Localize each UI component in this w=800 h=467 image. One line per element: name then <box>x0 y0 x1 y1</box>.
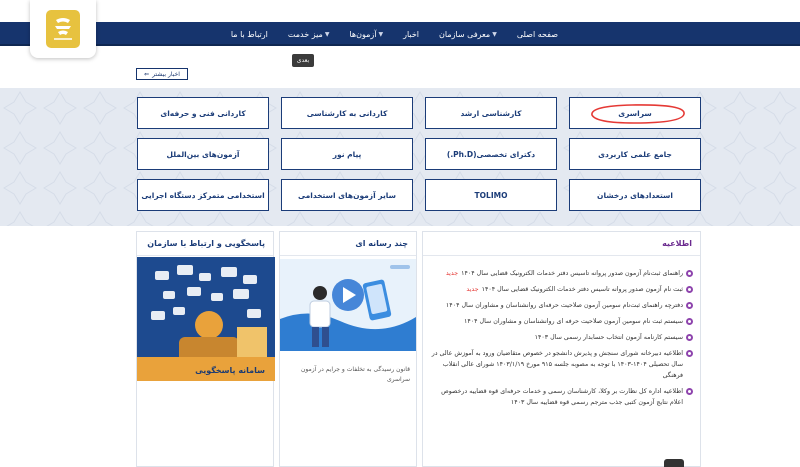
bullet-icon <box>686 318 693 325</box>
exam-label: دکترای تخصصی(Ph.D.) <box>446 149 536 159</box>
support-illustration: سامانه پاسخگویی <box>137 257 275 381</box>
exam-grid: سراسری کارشناسی ارشد کاردانی به کارشناسی… <box>136 97 701 211</box>
slider-next-label: بعدی <box>296 57 310 64</box>
list-item[interactable]: راهنمای ثبت‌نام آزمون صدور پروانه تاسیس … <box>431 268 693 279</box>
notices-title: اطلاعیه <box>662 239 692 248</box>
exam-button-sarasari[interactable]: سراسری <box>569 97 701 129</box>
scroll-to-top-button[interactable] <box>664 459 684 467</box>
bullet-icon <box>686 302 693 309</box>
panel-title: چند رسانه ای <box>280 232 416 256</box>
panel-title: پاسخگویی و ارتباط با سازمان <box>137 232 273 256</box>
notice-text: ثبت نام آزمون صدور پروانه تاسیس دفتر خدم… <box>481 286 683 293</box>
nav-contact[interactable]: ارتباط با ما <box>221 22 278 46</box>
new-badge: جدید <box>466 286 479 293</box>
exam-label: آزمون‌های بین‌الملل <box>166 149 240 159</box>
notice-list: راهنمای ثبت‌نام آزمون صدور پروانه تاسیس … <box>431 268 693 413</box>
chevron-down-icon: ▼ <box>378 30 384 38</box>
list-item[interactable]: اطلاعیه دبیرخانه شورای سنجش و پذیرش دانش… <box>431 348 693 381</box>
support-banner[interactable]: سامانه پاسخگویی <box>137 257 275 381</box>
chevron-down-icon: ▼ <box>492 30 497 38</box>
media-title: چند رسانه ای <box>355 239 408 248</box>
notice-text: اطلاعیه اداره کل نظارت بر وکلا، کارشناسا… <box>441 388 683 406</box>
support-panel: پاسخگویی و ارتباط با سازمان سامانه پاسخگ… <box>136 231 275 467</box>
nav-about[interactable]: معرفی سازمان ▼ <box>429 22 507 46</box>
bullet-icon <box>686 388 693 395</box>
bullet-icon <box>686 334 693 341</box>
exam-label: استخدامی متمرکز دستگاه اجرایی <box>141 190 265 200</box>
media-panel: چند رسانه ای قانون رسیدگی به تخلفات و جر… <box>279 231 417 467</box>
site-logo[interactable] <box>30 0 96 58</box>
exam-button-talents[interactable]: استعدادهای درخشان <box>569 179 701 211</box>
exam-button-central-employment[interactable]: استخدامی متمرکز دستگاه اجرایی <box>137 179 269 211</box>
exam-label: سایر آزمون‌های استخدامی <box>298 190 396 200</box>
main-nav: صفحه اصلی معرفی سازمان ▼ اخبار آزمون‌ها ▼ … <box>0 22 800 46</box>
nav-label: آزمون‌ها <box>349 29 377 39</box>
exam-label: کاردانی به کارشناسی <box>306 108 388 118</box>
list-item[interactable]: سیستم کارنامه آزمون انتخاب حسابدار رسمی … <box>431 332 693 343</box>
nav-service-desk[interactable]: میز خدمت ▼ <box>278 22 340 46</box>
arrow-left-icon: ⇐ <box>144 70 150 78</box>
nav-label: ارتباط با ما <box>230 29 268 39</box>
exam-button-payame-noor[interactable]: پیام نور <box>281 138 413 170</box>
exam-button-technical-associate[interactable]: کاردانی فنی و حرفه‌ای <box>137 97 269 129</box>
notice-text: سیستم کارنامه آزمون انتخاب حسابدار رسمی … <box>534 334 683 341</box>
nav-news[interactable]: اخبار <box>393 22 429 46</box>
nav-exams[interactable]: آزمون‌ها ▼ <box>339 22 393 46</box>
panel-title: اطلاعیه <box>423 232 700 256</box>
exam-button-associate-to-bachelor[interactable]: کاردانی به کارشناسی <box>281 97 413 129</box>
notice-text: دفترچه راهنمای ثبت‌نام سومین آزمون صلاحی… <box>445 302 683 309</box>
nav-label: معرفی سازمان <box>439 29 491 39</box>
support-image-label: سامانه پاسخگویی <box>195 365 265 375</box>
slider-next-button[interactable]: بعدی <box>292 54 314 67</box>
list-item[interactable]: سیستم ثبت نام سومین آزمون صلاحیت حرفه ای… <box>431 316 693 327</box>
exam-label: کارشناسی ارشد <box>460 108 522 118</box>
nav-home[interactable]: صفحه اصلی <box>507 22 568 46</box>
media-illustration <box>280 259 416 351</box>
bullet-icon <box>686 270 693 277</box>
exam-button-masters[interactable]: کارشناسی ارشد <box>425 97 557 129</box>
highlight-circle <box>591 104 685 124</box>
exam-button-phd[interactable]: دکترای تخصصی(Ph.D.) <box>425 138 557 170</box>
notice-text: راهنمای ثبت‌نام آزمون صدور پروانه تاسیس … <box>461 270 683 277</box>
top-strip <box>0 0 800 22</box>
support-title: پاسخگویی و ارتباط با سازمان <box>147 239 265 248</box>
nav-label: اخبار <box>403 29 419 39</box>
exam-button-tolimo[interactable]: TOLIMO <box>425 179 557 211</box>
media-thumbnail[interactable] <box>280 259 416 351</box>
media-caption[interactable]: قانون رسیدگی به تخلفات و جرایم در آزمون … <box>286 365 410 385</box>
exam-button-international[interactable]: آزمون‌های بین‌الملل <box>137 138 269 170</box>
list-item[interactable]: دفترچه راهنمای ثبت‌نام سومین آزمون صلاحی… <box>431 300 693 311</box>
exam-label: جامع علمی کاربردی <box>598 149 672 159</box>
bullet-icon <box>686 350 693 357</box>
exam-label: TOLIMO <box>474 190 508 200</box>
more-news-button[interactable]: ⇐ اخبار بیشتر <box>136 68 188 80</box>
nav-label: صفحه اصلی <box>516 29 558 39</box>
exam-label: پیام نور <box>332 149 362 159</box>
new-badge: جدید <box>445 270 459 277</box>
logo-emblem-icon <box>46 10 80 48</box>
nav-label: میز خدمت <box>287 29 323 39</box>
notices-panel: اطلاعیه راهنمای ثبت‌نام آزمون صدور پروان… <box>422 231 701 467</box>
exam-label: استعدادهای درخشان <box>597 190 673 200</box>
exam-button-applied-science[interactable]: جامع علمی کاربردی <box>569 138 701 170</box>
list-item[interactable]: اطلاعیه اداره کل نظارت بر وکلا، کارشناسا… <box>431 386 693 408</box>
list-item[interactable]: ثبت نام آزمون صدور پروانه تاسیس دفتر خدم… <box>431 284 693 295</box>
nav-menu: صفحه اصلی معرفی سازمان ▼ اخبار آزمون‌ها ▼ … <box>221 22 568 46</box>
exam-button-other-employment[interactable]: سایر آزمون‌های استخدامی <box>281 179 413 211</box>
exam-section: سراسری کارشناسی ارشد کاردانی به کارشناسی… <box>0 88 800 226</box>
more-news-label: اخبار بیشتر <box>152 70 180 78</box>
notice-text: سیستم ثبت نام سومین آزمون صلاحیت حرفه ای… <box>463 318 683 325</box>
bullet-icon <box>686 286 693 293</box>
exam-label: کاردانی فنی و حرفه‌ای <box>160 108 246 118</box>
chevron-down-icon: ▼ <box>324 30 330 38</box>
notice-text: اطلاعیه دبیرخانه شورای سنجش و پذیرش دانش… <box>431 350 683 379</box>
